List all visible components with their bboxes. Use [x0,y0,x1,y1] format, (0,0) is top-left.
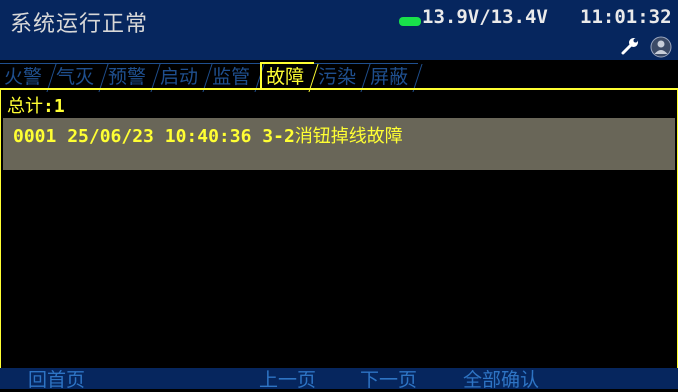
battery-icon [399,17,421,26]
status-bar: 系统运行正常 13.9V/13.4V 11:01:32 [0,0,678,60]
clock: 11:01:32 [580,6,672,28]
total-label: 总计 [7,96,43,117]
record-index: 0001 [13,126,57,147]
fault-list-panel: 总计:1 0001 25/06/23 10:40:36 3-2消钮掉线故障 [0,88,678,371]
tab-pre-alarm[interactable]: 预警 [104,63,157,90]
prev-page-button[interactable]: 上一页 [259,365,316,392]
next-page-button[interactable]: 下一页 [360,365,417,392]
record-description: 消钮掉线故障 [294,126,403,147]
record-time: 10:40:36 [164,126,252,147]
record-date: 25/06/23 [67,126,154,147]
tab-start[interactable]: 启动 [156,63,209,90]
tab-gas-extinguish[interactable]: 气灭 [52,63,105,90]
wrench-icon[interactable] [620,36,640,56]
list-item[interactable]: 0001 25/06/23 10:40:36 3-2消钮掉线故障 [3,118,675,170]
list-item-text: 0001 25/06/23 10:40:36 3-2消钮掉线故障 [13,122,403,148]
total-separator: : [43,96,54,117]
voltage-readout: 13.9V/13.4V [422,6,548,28]
tab-shield[interactable]: 屏蔽 [366,63,419,90]
record-code: 3-2 [262,126,295,147]
footer-bar: 回首页 上一页 下一页 全部确认 [0,365,678,392]
total-count: 总计:1 [7,92,65,118]
tab-pollution[interactable]: 污染 [314,63,367,90]
confirm-all-button[interactable]: 全部确认 [463,365,539,392]
total-value: 1 [53,96,65,117]
user-icon[interactable] [650,36,672,58]
tab-supervision[interactable]: 监管 [208,63,261,90]
home-button[interactable]: 回首页 [28,365,85,392]
tab-fault[interactable]: 故障 [260,62,315,90]
tab-fire-alarm[interactable]: 火警 [0,63,53,90]
category-tabs: 火警 气灭 预警 启动 监管 故障 污染 屏蔽 [0,62,419,90]
system-status: 系统运行正常 [10,12,149,37]
